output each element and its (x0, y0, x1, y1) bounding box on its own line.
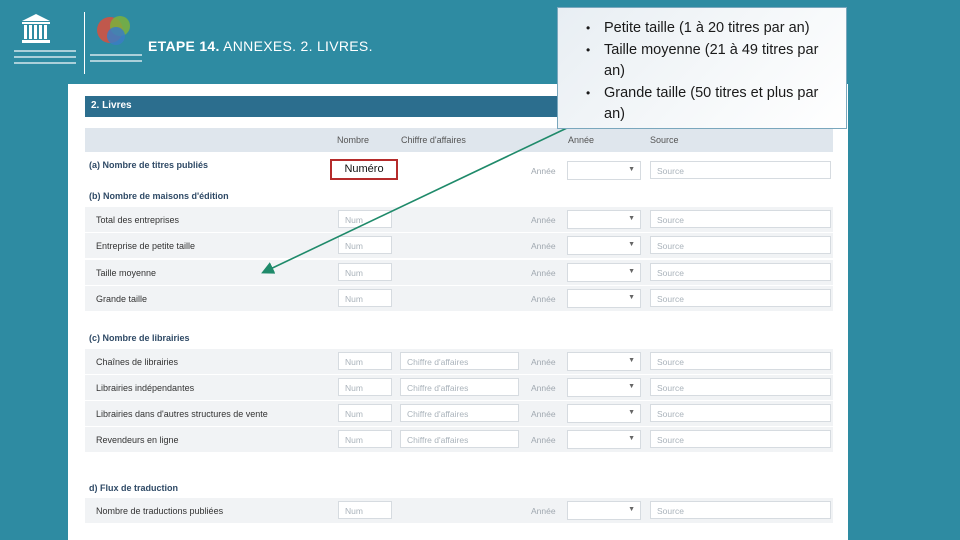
callout-item: Petite taille (1 à 20 titres par an) (586, 18, 832, 40)
callout-list: Petite taille (1 à 20 titres par an) Tai… (578, 18, 832, 126)
callout-item: Grande taille (50 titres et plus par an) (586, 83, 832, 126)
callout-item: Taille moyenne (21 à 49 titres par an) (586, 40, 832, 83)
callout-box: Petite taille (1 à 20 titres par an) Tai… (557, 7, 847, 129)
